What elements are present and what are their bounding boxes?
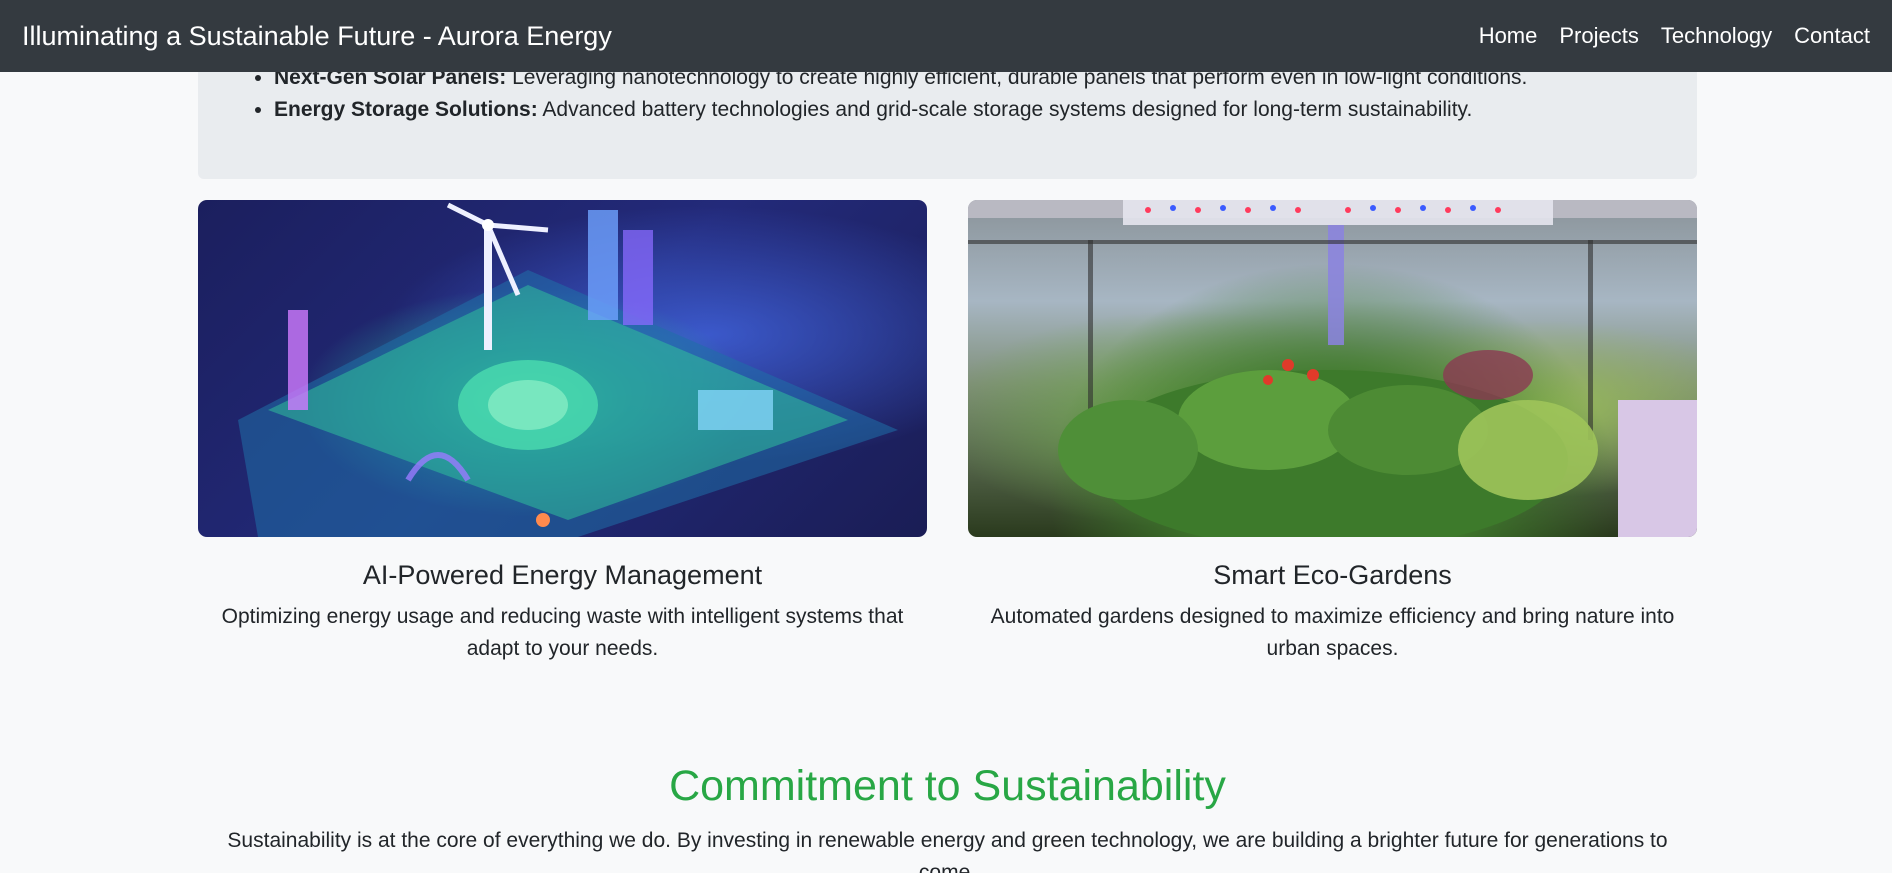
card-ai-energy: AI-Powered Energy Management Optimizing …	[198, 200, 927, 665]
ai-city-image	[198, 200, 927, 537]
nav-link-technology[interactable]: Technology	[1661, 23, 1772, 49]
top-navbar: Illuminating a Sustainable Future - Auro…	[0, 0, 1892, 72]
sustainability-section: Commitment to Sustainability Sustainabil…	[198, 760, 1697, 873]
ai-city-illustration	[238, 202, 898, 537]
card-text: Automated gardens designed to maximize e…	[990, 605, 1675, 660]
nav-link-projects[interactable]: Projects	[1559, 23, 1638, 49]
card-eco-gardens: Smart Eco-Gardens Automated gardens desi…	[968, 200, 1697, 665]
brand-link[interactable]: Illuminating a Sustainable Future - Auro…	[22, 21, 612, 52]
eco-garden-illustration	[968, 200, 1697, 537]
list-item-text: Advanced battery technologies and grid-s…	[537, 98, 1473, 121]
nav-links: Home Projects Technology Contact	[1479, 23, 1870, 49]
nav-link-contact[interactable]: Contact	[1794, 23, 1870, 49]
card-title: AI-Powered Energy Management	[362, 560, 763, 590]
list-item: Energy Storage Solutions: Advanced batte…	[274, 94, 1674, 126]
eco-garden-image	[968, 200, 1697, 537]
list-item-title: Energy Storage Solutions:	[274, 98, 538, 121]
section-text: Sustainability is at the core of everyth…	[227, 829, 1668, 873]
section-title: Commitment to Sustainability	[669, 762, 1226, 810]
card-text: Optimizing energy usage and reducing was…	[221, 605, 904, 660]
nav-link-home[interactable]: Home	[1479, 23, 1538, 49]
card-title: Smart Eco-Gardens	[1213, 560, 1452, 590]
